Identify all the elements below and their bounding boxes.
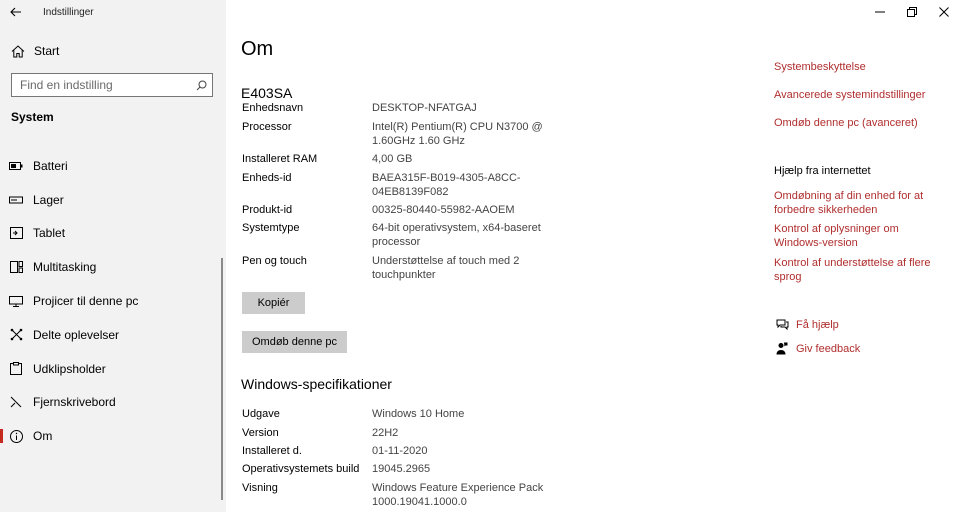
shared-experiences-icon (8, 328, 24, 341)
spec-value: 19045.2965 (372, 463, 431, 475)
sidebar-item-tablet[interactable]: Tablet (0, 217, 222, 251)
search-input[interactable]: Find en indstilling (11, 73, 213, 97)
clipboard-icon (8, 362, 24, 376)
back-arrow-icon (10, 7, 21, 17)
spec-value: Windows 10 Home (372, 408, 465, 420)
spec-value: 64-bit operativsystem, x64-baseret proce… (372, 222, 541, 248)
link-help-multi-language[interactable]: Kontrol af understøttelse af flere sprog (774, 257, 944, 284)
sidebar-item-shared-experiences[interactable]: Delte oplevelser (0, 318, 222, 352)
spec-key: Installeret d. (242, 445, 302, 457)
sidebar-item-multitasking[interactable]: Multitasking (0, 250, 222, 284)
search-icon[interactable] (190, 80, 212, 91)
tablet-icon (8, 227, 24, 240)
get-help-label: Få hjælp (796, 319, 839, 331)
sidebar-item-label: Start (34, 44, 60, 58)
get-help-link[interactable]: Få hjælp (774, 319, 839, 331)
project-icon (8, 295, 24, 307)
spec-value: Understøttelse af touch med 2 touchpunkt… (372, 255, 520, 281)
link-help-rename-device[interactable]: Omdøbning af din enhed for at forbedre s… (774, 190, 944, 217)
spec-key: Enheds-id (242, 172, 292, 184)
spec-key: Operativsystemets build (242, 463, 360, 475)
multitasking-icon (8, 261, 24, 274)
spec-value: BAEA315F-B019-4305-A8CC-04EB8139F082 (372, 172, 521, 198)
remote-desktop-icon (8, 396, 24, 408)
feedback-person-icon (774, 342, 790, 355)
help-section-title: Hjælp fra internettet (774, 165, 871, 177)
sidebar-item-label: Fjernskrivebord (33, 395, 116, 410)
close-icon (939, 7, 949, 17)
spec-key: Systemtype (242, 222, 300, 234)
sidebar-item-label: Delte oplevelser (33, 327, 120, 342)
sidebar-item-home[interactable]: Start (0, 40, 226, 62)
title-bar: Indstillinger (0, 0, 226, 24)
battery-icon (8, 161, 24, 170)
sidebar-item-project[interactable]: Projicer til denne pc (0, 284, 222, 318)
sidebar-item-label: Batteri (33, 158, 68, 173)
sidebar-item-about[interactable]: Om (0, 419, 222, 453)
sidebar-item-remote-desktop[interactable]: Fjernskrivebord (0, 386, 222, 420)
spec-key: Visning (242, 482, 278, 494)
app-title: Indstillinger (43, 6, 94, 18)
main-content: Om E403SA Enhedsnavn DESKTOP-NFATGAJ Pro… (226, 0, 960, 512)
sidebar-item-label: Lager (33, 192, 64, 207)
link-advanced-system-settings[interactable]: Avancerede systemindstillinger (774, 89, 944, 103)
spec-value: DESKTOP-NFATGAJ (372, 102, 477, 114)
sidebar: Indstillinger Start Find en indstilling … (0, 0, 226, 512)
device-name: E403SA (241, 85, 293, 101)
page-title: Om (241, 38, 274, 60)
spec-value: 01-11-2020 (372, 445, 428, 457)
restore-button[interactable] (896, 0, 928, 24)
link-help-windows-version[interactable]: Kontrol af oplysninger om Windows-versio… (774, 223, 944, 250)
sidebar-item-label: Projicer til denne pc (33, 294, 139, 309)
spec-key: Produkt-id (242, 204, 293, 216)
sidebar-item-storage[interactable]: Lager (0, 183, 222, 217)
back-button[interactable] (0, 0, 32, 24)
home-icon (10, 44, 26, 58)
storage-icon (8, 196, 24, 204)
link-rename-pc-advanced[interactable]: Omdøb denne pc (avanceret) (774, 117, 944, 131)
spec-key: Version (242, 427, 279, 439)
sidebar-item-clipboard[interactable]: Udklipsholder (0, 352, 222, 386)
sidebar-item-label: Om (33, 429, 53, 444)
info-icon (8, 429, 24, 443)
close-button[interactable] (928, 0, 960, 24)
spec-key: Enhedsnavn (242, 102, 304, 114)
windows-specs-title: Windows-specifikationer (241, 376, 392, 392)
spec-value: Intel(R) Pentium(R) CPU N3700 @ 1.60GHz … (372, 121, 543, 147)
chat-help-icon (774, 319, 790, 331)
spec-value: 00325-80440-55982-AAOEM (372, 204, 515, 216)
link-system-protection[interactable]: Systembeskyttelse (774, 61, 944, 75)
give-feedback-link[interactable]: Giv feedback (774, 342, 860, 355)
rename-pc-button[interactable]: Omdøb denne pc (242, 331, 347, 353)
sidebar-nav: Batteri Lager Tablet Multitasking Projic… (0, 149, 222, 453)
give-feedback-label: Giv feedback (796, 342, 861, 355)
sidebar-item-label: Multitasking (33, 260, 97, 275)
window-controls (864, 0, 960, 24)
sidebar-item-label: Udklipsholder (33, 361, 106, 376)
spec-key: Pen og touch (242, 255, 307, 267)
spec-value: Windows Feature Experience Pack 1000.190… (372, 482, 544, 508)
sidebar-scrollbar[interactable] (221, 258, 223, 500)
spec-value: 4,00 GB (372, 153, 413, 165)
spec-value: 22H2 (372, 427, 399, 439)
restore-icon (907, 7, 917, 17)
sidebar-item-label: Tablet (33, 226, 66, 241)
spec-key: Processor (242, 121, 292, 133)
spec-key: Installeret RAM (242, 153, 318, 165)
search-placeholder: Find en indstilling (20, 78, 113, 92)
minimize-button[interactable] (864, 0, 896, 24)
minimize-icon (875, 11, 885, 13)
sidebar-group-title: System (11, 110, 54, 124)
sidebar-item-battery[interactable]: Batteri (0, 149, 222, 183)
spec-key: Udgave (242, 408, 280, 420)
copy-button[interactable]: Kopiér (242, 292, 305, 314)
